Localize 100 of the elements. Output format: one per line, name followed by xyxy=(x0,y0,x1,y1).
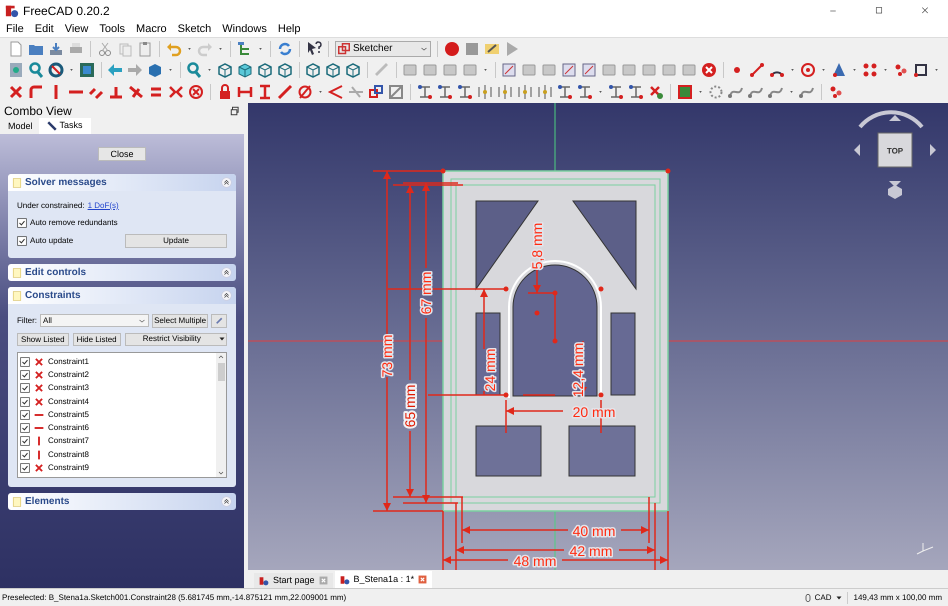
circled-x-icon[interactable] xyxy=(188,84,204,100)
menu-item[interactable]: Windows xyxy=(222,21,267,38)
scrollbar[interactable] xyxy=(216,353,226,477)
checkbox[interactable] xyxy=(20,436,30,446)
collapse-icon[interactable] xyxy=(221,496,232,507)
menu-item[interactable]: Sketch xyxy=(178,21,212,38)
dotted-ring-icon[interactable] xyxy=(708,84,724,100)
node-select-icon[interactable] xyxy=(457,84,473,100)
prohibited-icon[interactable] xyxy=(48,62,64,78)
navigation-cube[interactable] xyxy=(854,110,936,199)
section-header[interactable]: Constraints xyxy=(8,287,236,304)
coincident-icon[interactable] xyxy=(8,84,24,100)
show-listed-button[interactable]: Show Listed xyxy=(17,332,69,346)
sketch-tool-icon[interactable] xyxy=(560,62,577,78)
filter-dropdown[interactable]: All xyxy=(40,314,150,327)
pointer-hook-icon[interactable] xyxy=(306,40,322,56)
angle-icon[interactable] xyxy=(328,84,344,100)
workbench-dropdown[interactable]: Sketcher xyxy=(335,40,431,56)
settings-button[interactable] xyxy=(211,314,227,328)
select-multiple-button[interactable]: Select Multiple xyxy=(152,314,208,328)
checkbox[interactable] xyxy=(20,463,30,474)
tangent-icon[interactable] xyxy=(128,84,144,100)
sketch-tool-icon[interactable] xyxy=(580,62,597,78)
node-select-icon[interactable] xyxy=(417,84,433,100)
wire-cube-icon[interactable] xyxy=(277,62,294,78)
circle-icon[interactable] xyxy=(800,62,816,78)
slashed-box-icon[interactable] xyxy=(388,84,404,100)
framed-cube-icon[interactable] xyxy=(79,62,95,78)
rounded-square-icon[interactable] xyxy=(442,62,458,78)
restrict-visibility-button[interactable]: Restrict Visibility xyxy=(124,332,227,346)
section-header[interactable]: Solver messages xyxy=(8,174,236,191)
list-item[interactable]: Constraint4 xyxy=(48,396,89,408)
rounded-square-icon[interactable] xyxy=(422,62,438,78)
menu-item[interactable]: Edit xyxy=(34,21,54,38)
collapse-icon[interactable] xyxy=(221,267,232,278)
node-select-icon[interactable] xyxy=(557,84,573,100)
panel-tab[interactable]: Tasks xyxy=(38,118,91,134)
clipboard-icon[interactable] xyxy=(137,40,153,56)
document-tab[interactable]: B_Stena1a : 1* xyxy=(334,571,432,588)
hide-listed-button[interactable]: Hide Listed xyxy=(72,332,121,346)
sketch-tool-icon[interactable] xyxy=(500,62,517,78)
tab-close-icon[interactable] xyxy=(418,575,428,584)
tray-arrow-icon[interactable] xyxy=(48,40,64,56)
rounded-square-icon[interactable] xyxy=(600,62,617,78)
section-header[interactable]: Edit controls xyxy=(8,264,236,281)
checkbox[interactable] xyxy=(20,356,30,367)
undock-icon[interactable] xyxy=(230,106,240,116)
rounded-square-icon[interactable] xyxy=(680,62,697,78)
scroll-down-icon[interactable] xyxy=(217,469,225,477)
checkbox[interactable] xyxy=(17,218,27,228)
magnifier-icon[interactable] xyxy=(186,62,202,78)
refresh-icon[interactable] xyxy=(277,40,293,56)
menu-item[interactable]: View xyxy=(64,21,88,38)
list-item[interactable]: Constraint7 xyxy=(48,435,89,448)
x-leaf-icon[interactable] xyxy=(648,84,664,100)
dots-icon[interactable] xyxy=(862,62,878,78)
scattered-dots-icon[interactable] xyxy=(892,62,909,78)
mirror-icon[interactable] xyxy=(517,84,533,100)
wire-cube-icon[interactable] xyxy=(345,62,362,78)
list-item[interactable]: Constraint1 xyxy=(48,356,89,368)
collapse-icon[interactable] xyxy=(221,177,232,188)
checkbox[interactable] xyxy=(20,383,30,394)
rounded-square-icon[interactable] xyxy=(540,62,557,78)
checkbox[interactable] xyxy=(20,370,30,380)
rounded-square-icon[interactable] xyxy=(462,62,478,78)
left-arrow-icon[interactable] xyxy=(107,62,124,78)
scissors-icon[interactable] xyxy=(97,40,113,56)
wire-cube-icon[interactable] xyxy=(257,62,274,78)
rounded-square-icon[interactable] xyxy=(402,62,418,78)
mirror-icon[interactable] xyxy=(477,84,493,100)
list-item[interactable]: Constraint6 xyxy=(48,422,89,434)
checkbox[interactable] xyxy=(20,450,30,460)
document-icon[interactable] xyxy=(8,40,24,56)
menu-item[interactable]: Macro xyxy=(136,21,167,38)
x-circle-icon[interactable] xyxy=(700,62,717,78)
checkbox[interactable] xyxy=(20,410,30,420)
rounded-square-icon[interactable] xyxy=(520,62,537,78)
scroll-up-icon[interactable] xyxy=(217,353,225,361)
list-item[interactable]: Constraint5 xyxy=(48,408,89,421)
constraint-list[interactable]: Constraint1 Constraint2 Constraint3 Constraint4 Constraint5 Constraint6 Constraint7 Constraint8 Constraint9 xyxy=(17,352,227,478)
line-icon[interactable] xyxy=(748,62,765,78)
lock-icon[interactable] xyxy=(217,84,233,100)
wire-cube-icon[interactable] xyxy=(325,62,342,78)
vertical-distance-icon[interactable] xyxy=(257,84,273,100)
horizontal-distance-icon[interactable] xyxy=(237,84,253,100)
wire-cube-icon[interactable] xyxy=(305,62,322,78)
magnifier-icon[interactable] xyxy=(28,62,44,78)
list-item[interactable]: Constraint9 xyxy=(48,462,89,474)
checkbox[interactable] xyxy=(17,236,27,246)
rounded-square-icon[interactable] xyxy=(660,62,677,78)
mirror-icon[interactable] xyxy=(537,84,553,100)
symmetric-icon[interactable] xyxy=(168,84,184,100)
wire-cube-icon[interactable] xyxy=(217,62,234,78)
update-button[interactable]: Update xyxy=(125,234,227,248)
diameter-icon[interactable] xyxy=(297,84,313,100)
zoom-page-icon[interactable] xyxy=(8,62,24,78)
close-button[interactable]: Close xyxy=(98,147,146,161)
node-select-icon[interactable] xyxy=(628,84,644,100)
menu-item[interactable]: Help xyxy=(278,21,300,38)
scrollbar-thumb[interactable] xyxy=(218,363,224,381)
